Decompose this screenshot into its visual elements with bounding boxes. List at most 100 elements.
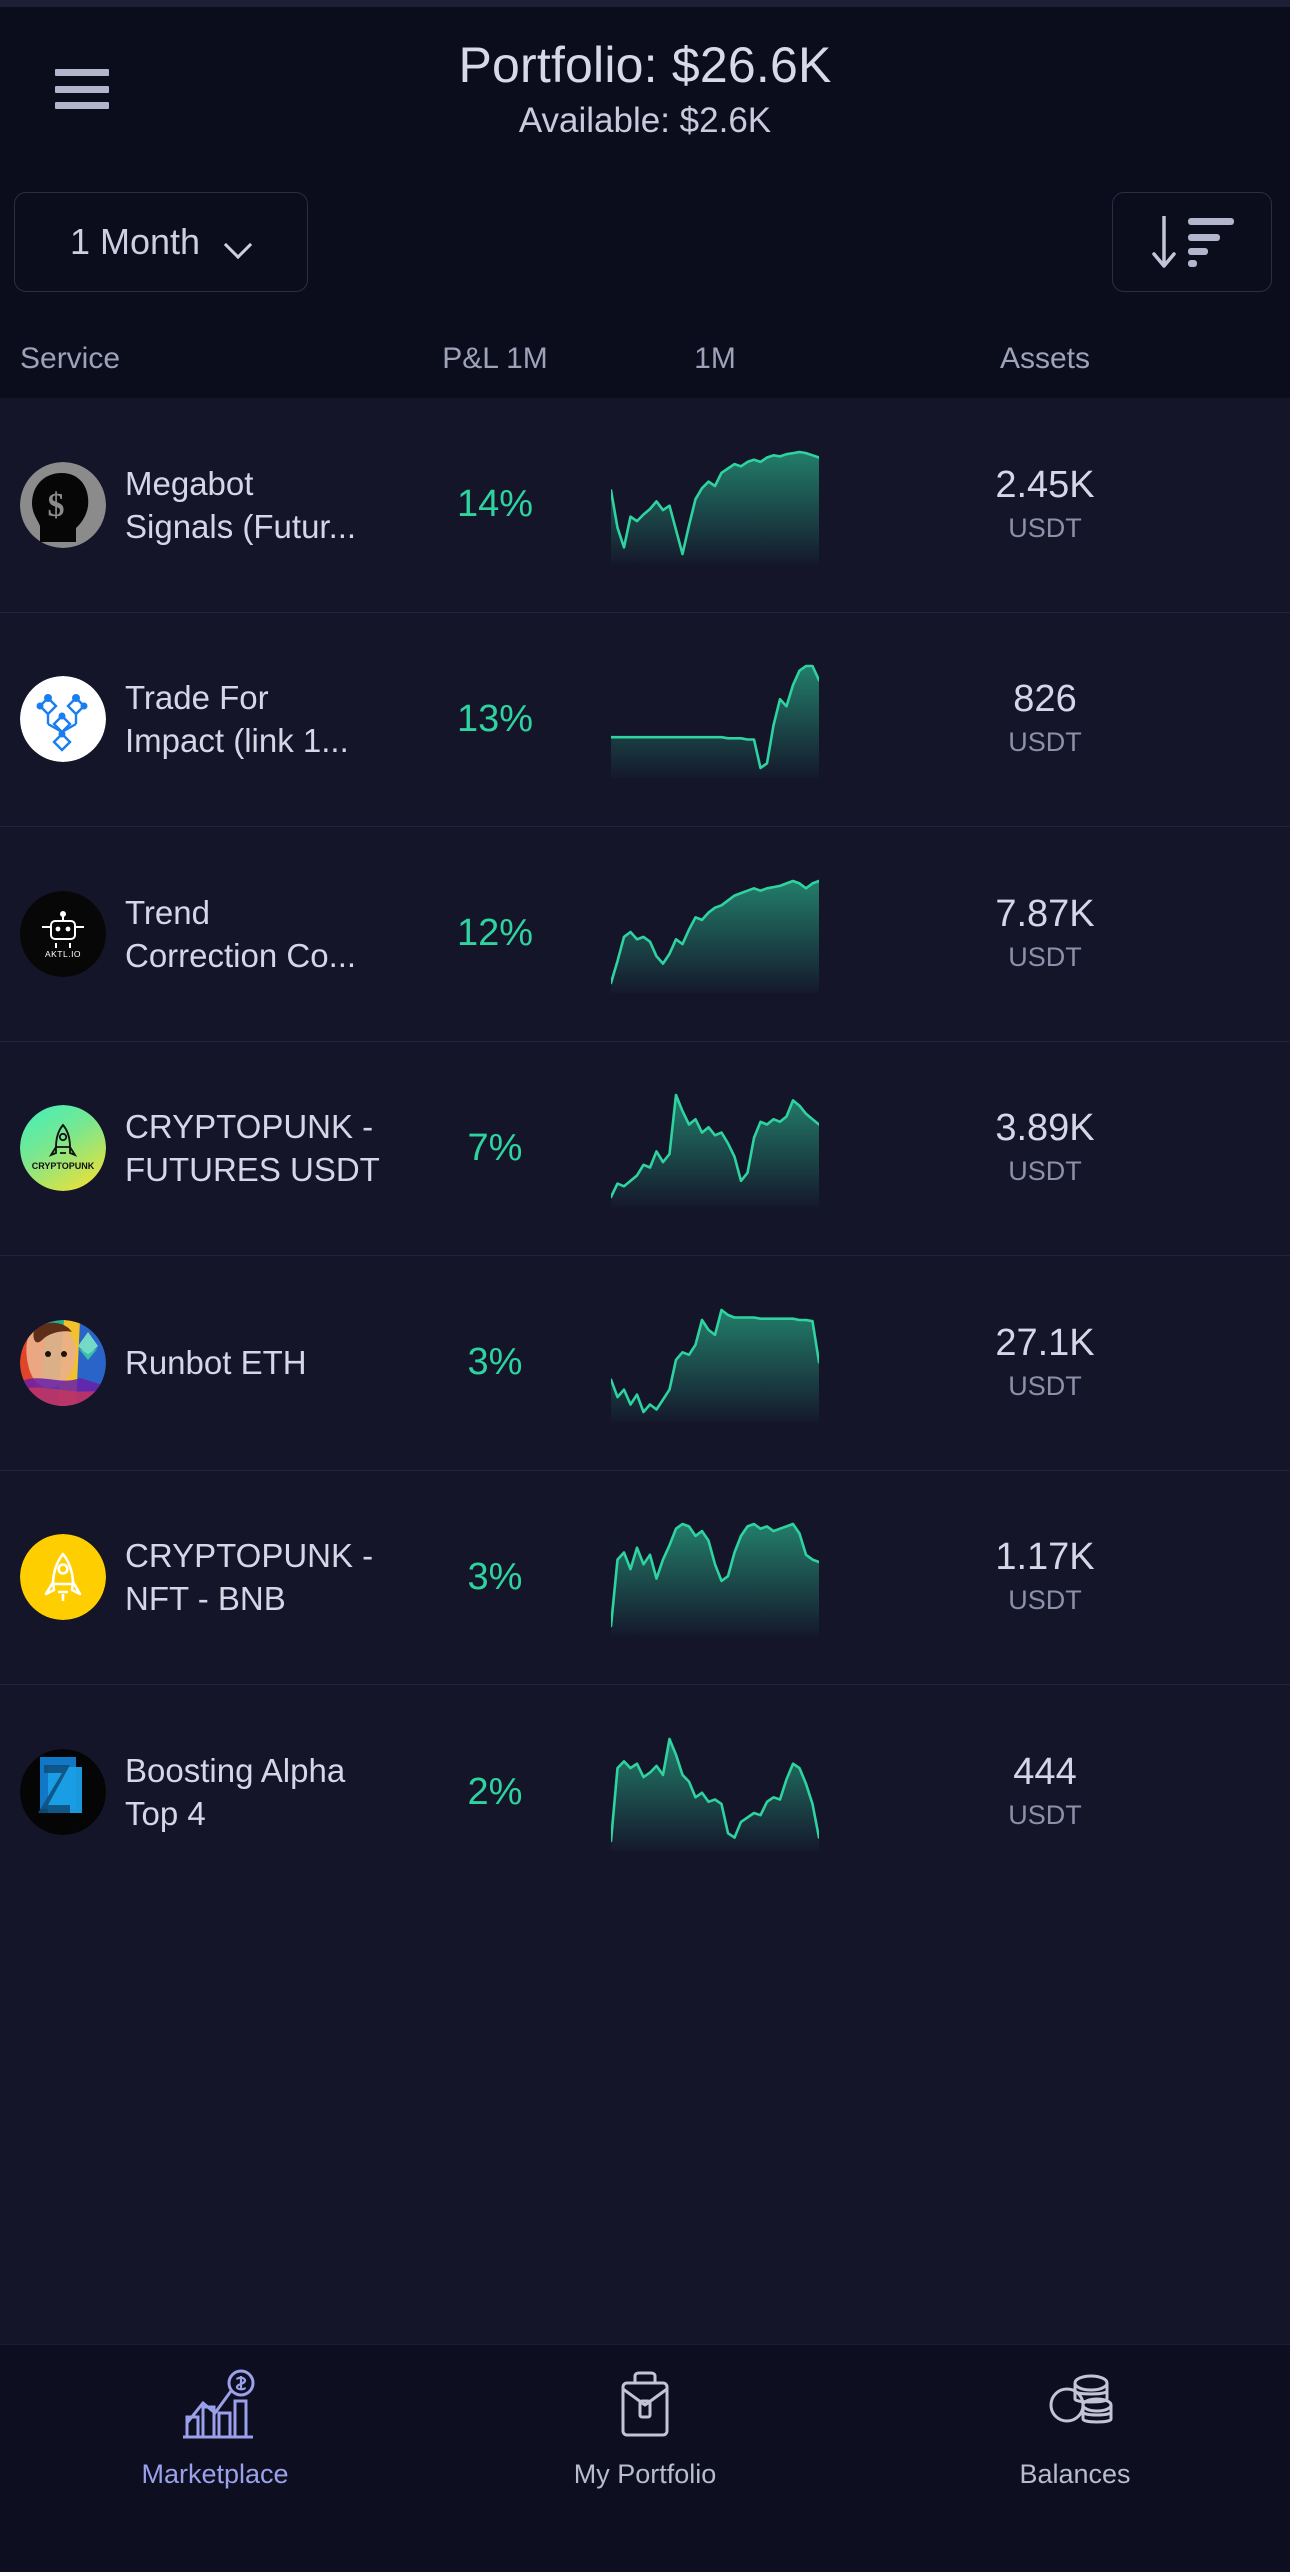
filter-bar: 1 Month bbox=[0, 192, 1290, 320]
table-row[interactable]: Runbot ETH 3% 27.1K USDT bbox=[0, 1256, 1290, 1471]
sparkline-chart bbox=[611, 450, 819, 564]
pnl-value: 13% bbox=[456, 697, 534, 740]
service-name: CRYPTOPUNK - FUTURES USDT bbox=[125, 1105, 390, 1191]
service-name: Trade For Impact (link 1... bbox=[125, 676, 390, 762]
app-root: Portfolio: $26.6K Available: $2.6K 1 Mon… bbox=[0, 0, 1290, 2572]
table-row[interactable]: CRYPTOPUNK - NFT - BNB 3% 1.17K USDT bbox=[0, 1471, 1290, 1685]
sparkline-chart bbox=[611, 1737, 819, 1852]
service-name-line: Trade For bbox=[125, 679, 269, 717]
pnl-value: 7% bbox=[467, 1126, 523, 1169]
assets-currency: USDT bbox=[1008, 1800, 1082, 1831]
table-row[interactable]: CRYPTOPUNK CRYPTOPUNK - FUTURES USDT 7% 3.89… bbox=[0, 1042, 1290, 1256]
portrait-eth-icon bbox=[20, 1319, 106, 1406]
pnl-value: 2% bbox=[467, 1770, 523, 1813]
rocket-icon bbox=[20, 1534, 106, 1621]
status-bar-strip bbox=[0, 0, 1290, 7]
service-name-line: Signals (Futur... bbox=[125, 507, 357, 545]
service-name-line: CRYPTOPUNK - bbox=[125, 1537, 374, 1575]
briefcase-icon bbox=[597, 2367, 693, 2445]
service-name: Megabot Signals (Futur... bbox=[125, 462, 390, 548]
service-name-line: Trend bbox=[125, 893, 210, 931]
sparkline-cell bbox=[600, 1518, 830, 1637]
sparkline-chart bbox=[611, 1093, 819, 1208]
sparkline-cell bbox=[600, 660, 830, 779]
sparkline-cell bbox=[600, 875, 830, 993]
assets-currency: USDT bbox=[1008, 941, 1082, 972]
assets-currency: USDT bbox=[1008, 1585, 1082, 1616]
assets-currency: USDT bbox=[1008, 1370, 1082, 1401]
sparkline-chart bbox=[611, 1308, 819, 1422]
bottom-navigation: Marketplace My Portfolio Balances bbox=[0, 2344, 1290, 2572]
table-row[interactable]: Boosting Alpha Top 4 2% 444 USDT bbox=[0, 1685, 1290, 1900]
sparkline-chart bbox=[611, 1522, 819, 1637]
assets-cell: 27.1K USDT bbox=[830, 1320, 1290, 1406]
nav-item-label: Balances bbox=[1019, 2459, 1131, 2489]
table-row[interactable]: $ Megabot Signals (Futur... 14% 2.45K USDT bbox=[0, 398, 1290, 613]
sparkline-cell bbox=[600, 446, 830, 564]
service-name-line: Runbot ETH bbox=[125, 1344, 307, 1382]
assets-cell: 444 USDT bbox=[830, 1749, 1290, 1835]
robot-icon: AKTL.IO bbox=[20, 890, 106, 977]
service-avatar bbox=[20, 1319, 106, 1406]
pnl-value: 14% bbox=[456, 483, 534, 526]
sparkline-cell bbox=[600, 1089, 830, 1208]
service-name-line: Correction Co... bbox=[125, 936, 357, 974]
column-header-pnl: P&L 1M bbox=[442, 342, 548, 375]
assets-value: 826 bbox=[1013, 678, 1077, 721]
assets-cell: 3.89K USDT bbox=[830, 1105, 1290, 1191]
avatar bbox=[20, 1749, 125, 1836]
service-name-line: CRYPTOPUNK - bbox=[125, 1108, 374, 1146]
assets-value: 3.89K bbox=[995, 1107, 1095, 1150]
avatar: CRYPTOPUNK bbox=[20, 1105, 125, 1192]
coins-icon bbox=[1049, 2374, 1113, 2424]
service-name-line: Megabot bbox=[125, 464, 254, 502]
assets-value: 27.1K bbox=[995, 1321, 1095, 1364]
svg-text:AKTL.IO: AKTL.IO bbox=[45, 949, 81, 959]
table-row[interactable]: AKTL.IO Trend Correction Co... 12% 7.87K USDT bbox=[0, 827, 1290, 1042]
svg-text:$: $ bbox=[48, 487, 65, 524]
assets-cell: 826 USDT bbox=[830, 676, 1290, 762]
app-header: Portfolio: $26.6K Available: $2.6K bbox=[0, 7, 1290, 192]
service-name-line: Boosting Alpha bbox=[125, 1752, 346, 1790]
service-name: CRYPTOPUNK - NFT - BNB bbox=[125, 1534, 390, 1620]
nav-item-balances[interactable]: Balances bbox=[860, 2367, 1290, 2490]
period-select-value: 1 Month bbox=[69, 221, 201, 262]
service-avatar: AKTL.IO bbox=[20, 890, 106, 977]
period-select[interactable]: 1 Month bbox=[14, 192, 308, 292]
portfolio-total: Portfolio: $26.6K bbox=[458, 37, 832, 93]
pnl-value: 3% bbox=[467, 1341, 523, 1384]
assets-currency: USDT bbox=[1008, 512, 1082, 543]
header-titles: Portfolio: $26.6K Available: $2.6K bbox=[0, 35, 1290, 143]
service-name: Boosting Alpha Top 4 bbox=[125, 1749, 390, 1835]
avatar bbox=[20, 676, 125, 763]
dollar-head-icon: $ bbox=[20, 461, 106, 548]
avatar: AKTL.IO bbox=[20, 890, 125, 977]
sort-button[interactable] bbox=[1112, 192, 1272, 292]
service-avatar bbox=[20, 1749, 106, 1836]
chevron-down-icon bbox=[226, 235, 252, 250]
nav-item-label: Marketplace bbox=[141, 2459, 289, 2489]
column-header-service: Service bbox=[20, 342, 121, 375]
nav-item-label: My Portfolio bbox=[573, 2459, 717, 2489]
sparkline-cell bbox=[600, 1304, 830, 1422]
avatar bbox=[20, 1319, 125, 1406]
assets-cell: 7.87K USDT bbox=[830, 891, 1290, 977]
service-name: Trend Correction Co... bbox=[125, 891, 390, 977]
service-list: $ Megabot Signals (Futur... 14% 2.45K USDT Tra… bbox=[0, 398, 1290, 2344]
chart-dollar-icon bbox=[167, 2367, 263, 2445]
blue-shapes-icon bbox=[20, 1749, 106, 1836]
service-avatar: $ bbox=[20, 461, 106, 548]
avatar bbox=[20, 1534, 125, 1621]
assets-value: 1.17K bbox=[995, 1536, 1095, 1579]
column-header-chart: 1M bbox=[694, 342, 736, 375]
assets-value: 2.45K bbox=[995, 463, 1095, 506]
nav-item-marketplace[interactable]: Marketplace bbox=[0, 2367, 430, 2490]
nav-item-my-portfolio[interactable]: My Portfolio bbox=[430, 2367, 860, 2490]
service-avatar bbox=[20, 676, 106, 763]
table-row[interactable]: Trade For Impact (link 1... 13% 826 USDT bbox=[0, 613, 1290, 827]
assets-cell: 1.17K USDT bbox=[830, 1534, 1290, 1620]
assets-currency: USDT bbox=[1008, 1156, 1082, 1187]
table-header: Service P&L 1M 1M Assets bbox=[0, 320, 1290, 398]
assets-currency: USDT bbox=[1008, 727, 1082, 758]
chart-dollar-icon bbox=[183, 2369, 255, 2439]
